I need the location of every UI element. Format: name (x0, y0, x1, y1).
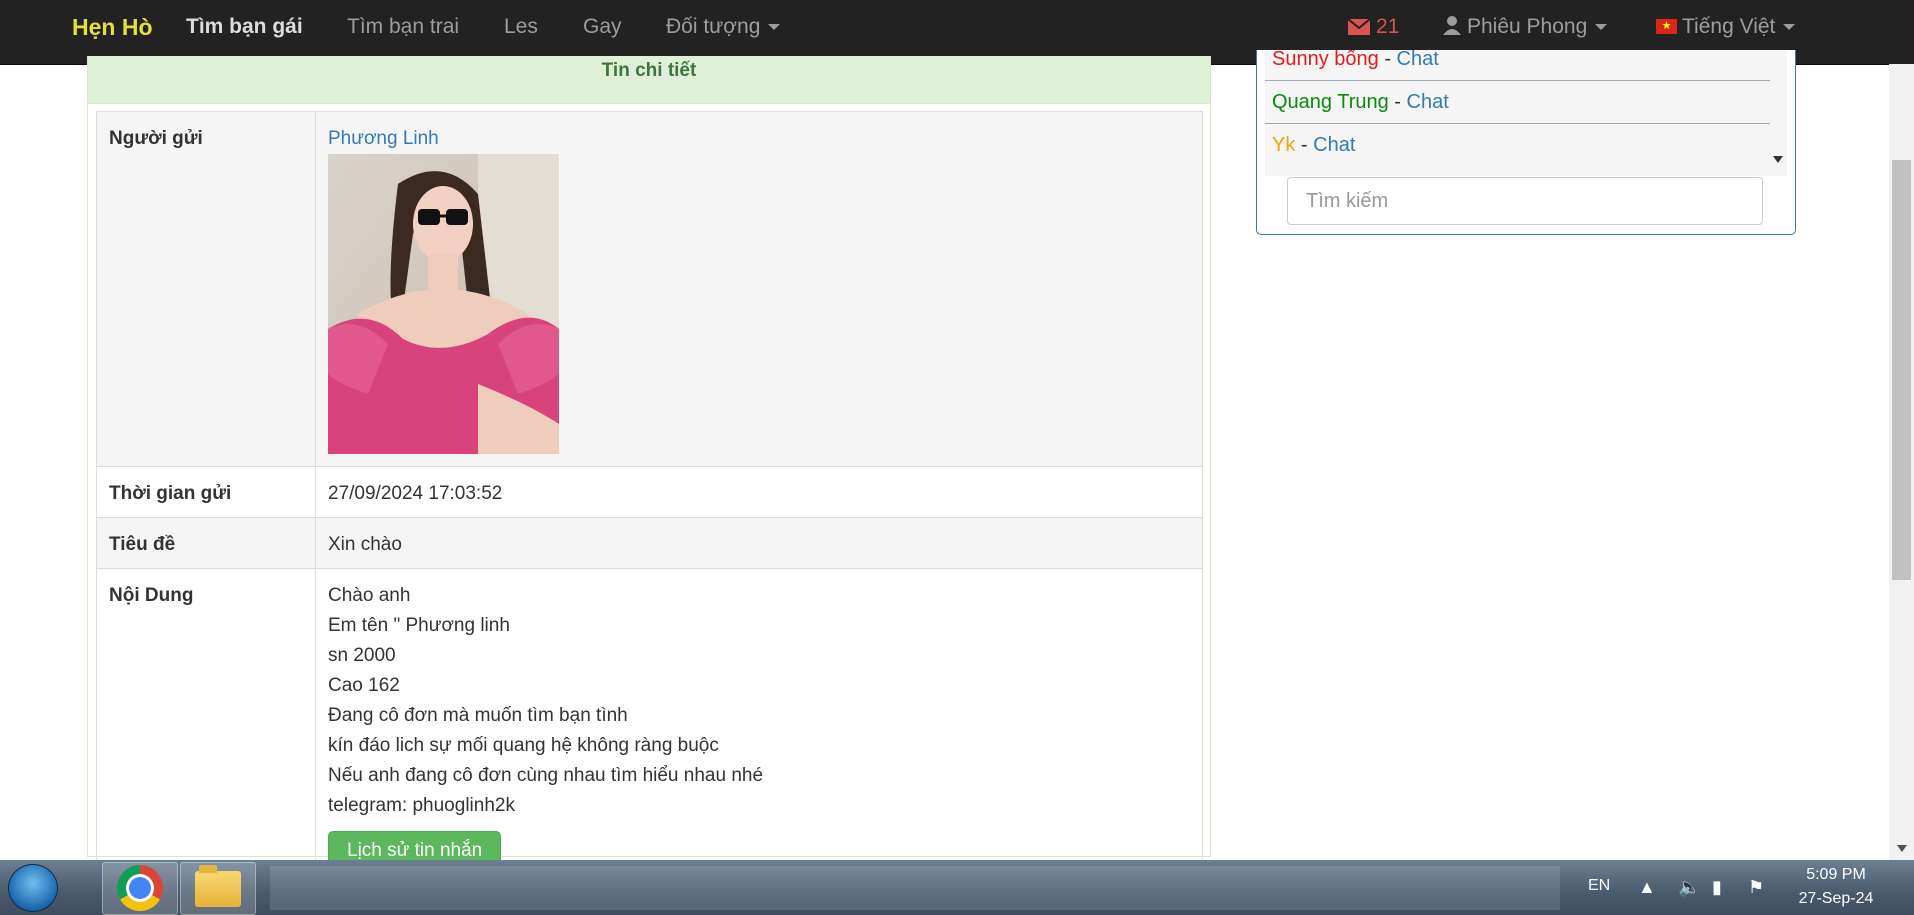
user-name: Phiêu Phong (1467, 15, 1588, 38)
start-button[interactable] (8, 864, 58, 912)
windows-taskbar: EN ▲ 🔈 ▮ ⚑ 5:09 PM 27-Sep-24 (0, 860, 1914, 915)
content-line: telegram: phuoglinh2k (328, 795, 515, 816)
content-line: Em tên " Phương linh (328, 615, 510, 636)
network-icon[interactable]: ▮ (1712, 877, 1722, 898)
scroll-down-arrow-icon[interactable] (1773, 156, 1783, 163)
panel-heading: Tin chi tiết (88, 56, 1210, 104)
nav-link-find-boyfriend[interactable]: Tìm bạn trai (347, 0, 459, 54)
show-hidden-icons-icon[interactable]: ▲ (1638, 877, 1656, 898)
chat-user-item: Sunny bống - Chat (1265, 50, 1770, 81)
table-row-sender: Người gửi Phương Linh (96, 111, 1203, 467)
page-scrollbar[interactable] (1889, 64, 1914, 860)
folder-icon (195, 865, 241, 907)
online-chat-panel: Sunny bống - Chat Quang Trung - Chat Yk … (1256, 50, 1796, 235)
sender-profile-link[interactable]: Phương Linh (328, 128, 1190, 150)
envelope-icon (1348, 19, 1370, 35)
volume-icon[interactable]: 🔈 (1678, 877, 1700, 898)
subject-label: Tiêu đề (96, 517, 316, 569)
vietnam-flag-icon (1656, 19, 1677, 34)
content-line: Cao 162 (328, 675, 400, 696)
sent-time-value: 27/09/2024 17:03:52 (315, 466, 1203, 518)
language-label: Tiếng Việt (1682, 15, 1776, 38)
content-line: kín đáo lich sự mối quang hệ không ràng … (328, 735, 719, 756)
nav-dropdown-label: Đối tượng (666, 15, 761, 38)
table-row-sent-time: Thời gian gửi 27/09/2024 17:03:52 (96, 466, 1203, 518)
sender-photo[interactable] (328, 154, 559, 454)
action-center-flag-icon[interactable]: ⚑ (1748, 877, 1764, 898)
nav-link-gay[interactable]: Gay (583, 0, 622, 54)
chevron-down-icon (1595, 24, 1608, 31)
chevron-down-icon (768, 24, 781, 31)
language-menu[interactable]: Tiếng Việt (1656, 0, 1796, 54)
sender-cell: Phương Linh (315, 111, 1203, 467)
nav-link-find-girlfriend[interactable]: Tìm bạn gái (186, 0, 303, 54)
message-detail-panel: Tin chi tiết Người gửi Phương Linh Thời … (87, 56, 1211, 884)
chat-separator: - (1378, 50, 1397, 70)
chat-separator: - (1295, 134, 1314, 156)
user-icon (1443, 16, 1461, 35)
chat-user-list[interactable]: Sunny bống - Chat Quang Trung - Chat Yk … (1265, 50, 1787, 176)
chat-search-input[interactable] (1287, 177, 1763, 225)
chat-user-name[interactable]: Sunny bống (1272, 50, 1379, 70)
subject-value: Xin chào (315, 517, 1203, 569)
mail-count: 21 (1376, 15, 1400, 38)
clock-date[interactable]: 27-Sep-24 (1776, 890, 1896, 908)
chrome-icon (117, 865, 163, 911)
mail-notification[interactable]: 21 (1348, 0, 1399, 54)
content-line: Đang cô đơn mà muốn tìm bạn tình (328, 705, 628, 726)
chat-link[interactable]: Chat (1313, 134, 1355, 156)
scroll-down-arrow-icon[interactable] (1897, 845, 1907, 852)
chevron-down-icon (1783, 24, 1796, 31)
brand-logo[interactable]: Hẹn Hò (72, 0, 153, 54)
chat-user-item: Quang Trung - Chat (1265, 81, 1770, 124)
nav-dropdown-audience[interactable]: Đối tượng (666, 0, 781, 54)
chat-link[interactable]: Chat (1407, 91, 1449, 113)
chat-user-item: Yk - Chat (1265, 124, 1770, 166)
taskbar-explorer-button[interactable] (180, 862, 256, 915)
chat-link[interactable]: Chat (1397, 50, 1439, 70)
content-line: Nếu anh đang cô đơn cùng nhau tìm hiểu n… (328, 765, 764, 786)
chat-user-name[interactable]: Yk (1272, 134, 1295, 156)
user-menu[interactable]: Phiêu Phong (1443, 0, 1608, 54)
chat-separator: - (1388, 91, 1407, 113)
content-line: Chào anh (328, 585, 411, 606)
clock-time[interactable]: 5:09 PM (1776, 866, 1896, 884)
chat-user-name[interactable]: Quang Trung (1272, 91, 1389, 113)
table-row-subject: Tiêu đề Xin chào (96, 517, 1203, 569)
scrollbar-thumb[interactable] (1892, 160, 1911, 580)
input-language-indicator[interactable]: EN (1588, 877, 1610, 895)
nav-link-les[interactable]: Les (504, 0, 538, 54)
message-detail-table: Người gửi Phương Linh Thời gian gửi 27/0… (96, 111, 1203, 884)
taskbar-chrome-button[interactable] (102, 862, 178, 915)
taskbar-preview-area (270, 866, 1560, 910)
sent-time-label: Thời gian gửi (96, 466, 316, 518)
table-row-content: Nội Dung Chào anh Em tên " Phương linh s… (96, 568, 1203, 884)
sender-label: Người gửi (96, 111, 316, 467)
content-cell: Chào anh Em tên " Phương linh sn 2000 Ca… (315, 568, 1203, 884)
content-label: Nội Dung (96, 568, 316, 884)
content-line: sn 2000 (328, 645, 396, 666)
